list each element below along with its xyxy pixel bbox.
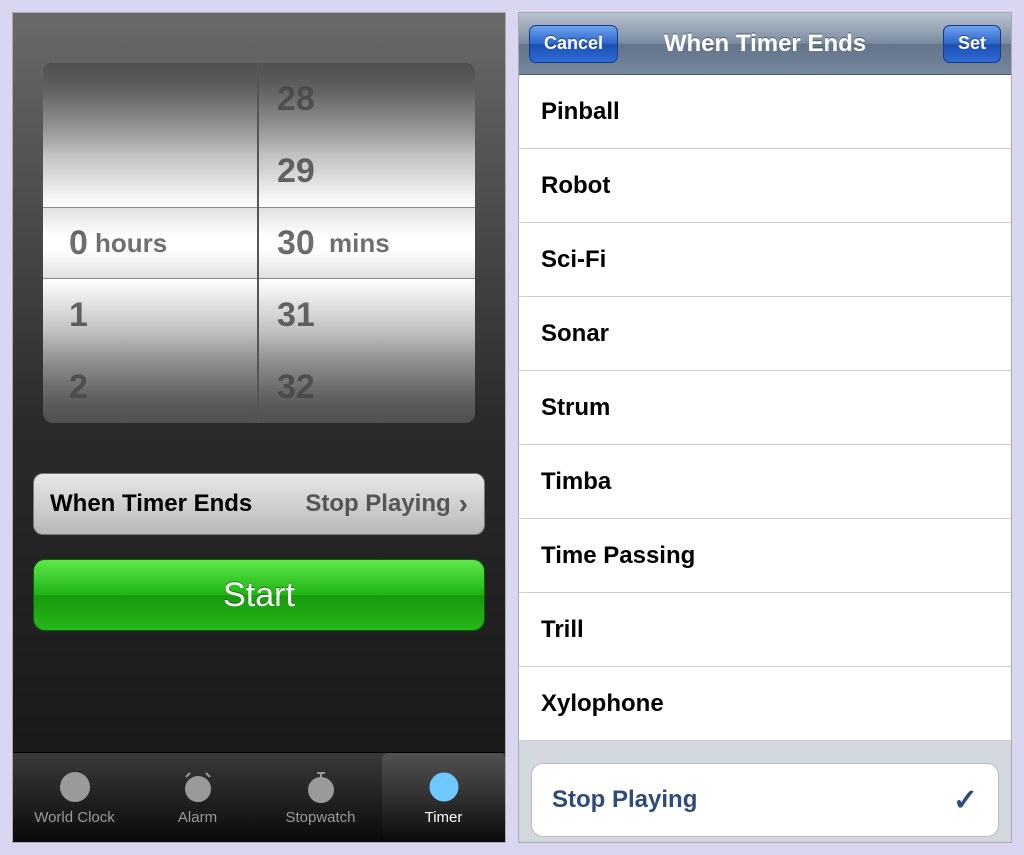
tab-label: Stopwatch bbox=[285, 809, 355, 826]
stop-playing-label: Stop Playing bbox=[552, 786, 697, 814]
alarm-clock-icon bbox=[180, 769, 216, 805]
minutes-option[interactable]: 29 bbox=[259, 135, 475, 207]
time-picker[interactable]: 0 1 2 hours 28 29 30 31 32 mins bbox=[43, 63, 475, 423]
tab-timer[interactable]: Timer bbox=[382, 753, 505, 842]
start-button[interactable]: Start bbox=[33, 559, 485, 631]
sound-option[interactable]: Robot bbox=[519, 149, 1011, 223]
when-timer-ends-value: Stop Playing › bbox=[305, 488, 468, 520]
hours-option[interactable] bbox=[43, 135, 257, 207]
chevron-right-icon: › bbox=[459, 488, 468, 520]
globe-icon bbox=[57, 769, 93, 805]
tab-world-clock[interactable]: World Clock bbox=[13, 753, 136, 842]
sound-list[interactable]: Pinball Robot Sci-Fi Sonar Strum Timba T… bbox=[519, 75, 1011, 741]
when-timer-ends-screen: Cancel When Timer Ends Set Pinball Robot… bbox=[518, 12, 1012, 843]
hours-wheel[interactable]: 0 1 2 hours bbox=[43, 63, 259, 423]
minutes-wheel[interactable]: 28 29 30 31 32 mins bbox=[259, 63, 475, 423]
sound-option[interactable]: Time Passing bbox=[519, 519, 1011, 593]
tab-label: World Clock bbox=[34, 809, 115, 826]
hours-option[interactable]: 1 bbox=[43, 279, 257, 351]
when-timer-ends-label: When Timer Ends bbox=[50, 490, 252, 518]
timer-screen: 0 1 2 hours 28 29 30 31 32 mins bbox=[12, 12, 506, 843]
stop-playing-section: Stop Playing ✓ bbox=[531, 763, 999, 837]
tab-label: Timer bbox=[425, 809, 463, 826]
tab-bar: World Clock Alarm Stopwatch Timer bbox=[13, 752, 505, 842]
sound-option[interactable]: Strum bbox=[519, 371, 1011, 445]
timer-icon bbox=[426, 769, 462, 805]
sound-option[interactable]: Timba bbox=[519, 445, 1011, 519]
stopwatch-icon bbox=[303, 769, 339, 805]
hours-option[interactable] bbox=[43, 63, 257, 135]
when-timer-ends-row[interactable]: When Timer Ends Stop Playing › bbox=[33, 473, 485, 535]
sound-option[interactable]: Pinball bbox=[519, 75, 1011, 149]
tab-stopwatch[interactable]: Stopwatch bbox=[259, 753, 382, 842]
sound-option[interactable]: Trill bbox=[519, 593, 1011, 667]
sound-option[interactable]: Sonar bbox=[519, 297, 1011, 371]
cancel-button[interactable]: Cancel bbox=[529, 25, 618, 63]
hours-unit-label: hours bbox=[95, 207, 167, 279]
set-button[interactable]: Set bbox=[943, 25, 1001, 63]
nav-bar: Cancel When Timer Ends Set bbox=[519, 13, 1011, 75]
minutes-option[interactable]: 31 bbox=[259, 279, 475, 351]
sound-option[interactable]: Xylophone bbox=[519, 667, 1011, 741]
hours-option[interactable]: 2 bbox=[43, 351, 257, 423]
checkmark-icon: ✓ bbox=[953, 783, 978, 818]
minutes-unit-label: mins bbox=[329, 207, 390, 279]
minutes-option[interactable]: 32 bbox=[259, 351, 475, 423]
tab-label: Alarm bbox=[178, 809, 217, 826]
minutes-option[interactable]: 28 bbox=[259, 63, 475, 135]
time-picker-area: 0 1 2 hours 28 29 30 31 32 mins bbox=[13, 13, 505, 443]
sound-option[interactable]: Sci-Fi bbox=[519, 223, 1011, 297]
tab-alarm[interactable]: Alarm bbox=[136, 753, 259, 842]
stop-playing-option[interactable]: Stop Playing ✓ bbox=[532, 764, 998, 836]
